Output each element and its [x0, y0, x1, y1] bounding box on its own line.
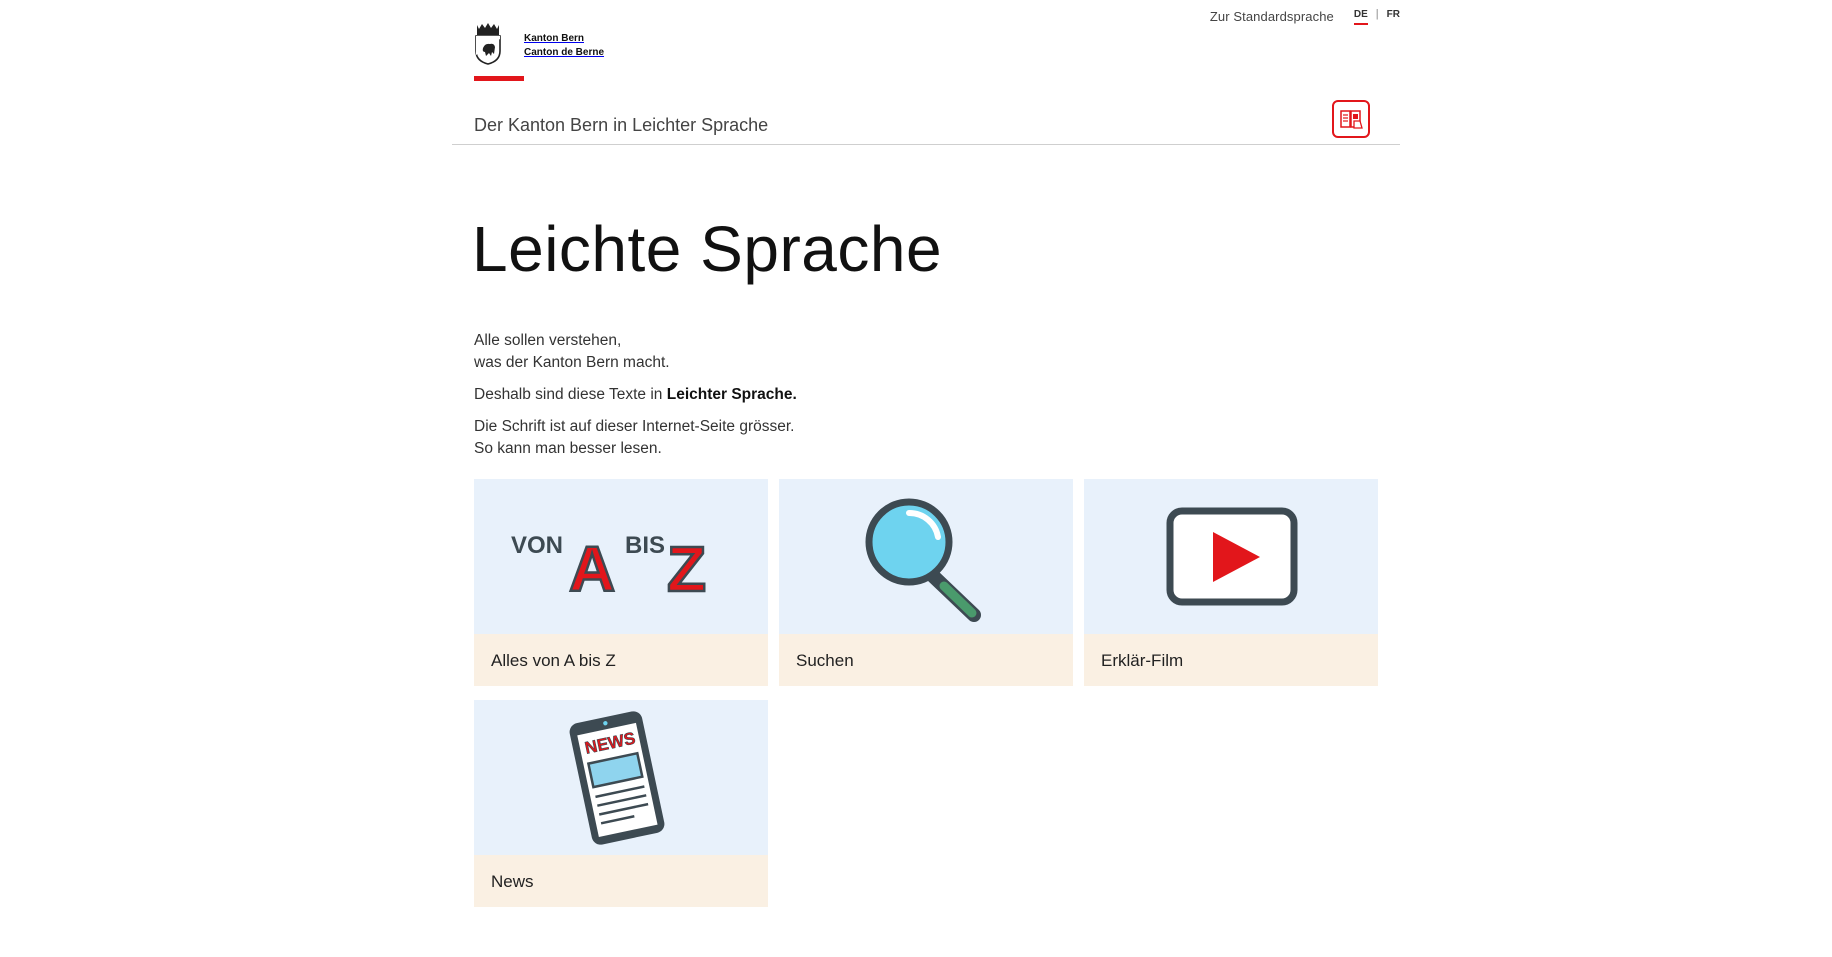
site-subtitle: Der Kanton Bern in Leichter Sprache	[474, 115, 769, 135]
tile-image-area: VON A BIS Z	[474, 479, 768, 634]
page-title: Leichte Sprache	[472, 213, 943, 285]
tile-image-area	[779, 479, 1073, 634]
svg-text:Z: Z	[667, 533, 706, 599]
tile-label: Erklär-Film	[1101, 651, 1184, 670]
tile-image-area: NEWS	[474, 700, 768, 855]
news-phone-icon: NEWS	[569, 711, 665, 845]
top-links: Zur Standardsprache DE | FR	[1210, 6, 1400, 26]
logo-line-1: Kanton Bern	[524, 33, 584, 44]
intro-p1-line2: was der Kanton Bern macht.	[474, 354, 670, 371]
tile-label-area: Alles von A bis Z	[474, 634, 768, 686]
intro-p1-line1: Alle sollen verstehen,	[474, 332, 622, 349]
page-container: Zur Standardsprache DE | FR Kanton Bern …	[452, 0, 1400, 957]
bern-coat-of-arms-icon	[475, 23, 501, 65]
svg-text:BIS: BIS	[625, 532, 665, 559]
tile-suchen[interactable]: Suchen	[779, 479, 1073, 686]
svg-text:VON: VON	[511, 532, 563, 559]
easy-language-button[interactable]	[1332, 100, 1370, 138]
language-de[interactable]: DE	[1353, 9, 1368, 25]
tile-image-area	[1084, 479, 1378, 634]
intro-text: Alle sollen verstehen, was der Kanton Be…	[474, 330, 797, 470]
header-divider	[452, 144, 1400, 145]
intro-paragraph-2: Deshalb sind diese Texte in Leichter Spr…	[474, 384, 797, 406]
tile-news[interactable]: NEWS News	[474, 700, 768, 907]
intro-p3-line1: Die Schrift ist auf dieser Internet-Seit…	[474, 418, 795, 435]
kanton-bern-logo[interactable]: Kanton Bern Canton de Berne	[474, 21, 604, 65]
tile-label-area: Suchen	[779, 634, 1073, 686]
tile-label-area: Erklär-Film	[1084, 634, 1378, 686]
video-play-icon	[1166, 507, 1298, 606]
intro-paragraph-3: Die Schrift ist auf dieser Internet-Seit…	[474, 416, 797, 460]
intro-p2-bold: Leichter Sprache.	[666, 386, 797, 403]
easy-language-book-icon	[1340, 110, 1363, 129]
tile-label-area: News	[474, 855, 768, 907]
logo-line-2: Canton de Berne	[524, 47, 605, 58]
logo-red-bar	[474, 76, 524, 81]
intro-paragraph-1: Alle sollen verstehen, was der Kanton Be…	[474, 330, 797, 374]
intro-p2-prefix: Deshalb sind diese Texte in	[474, 386, 667, 403]
tile-a-bis-z[interactable]: VON A BIS Z Alles von A bis Z	[474, 479, 768, 686]
logo-text: Kanton Bern Canton de Berne	[524, 32, 604, 60]
a-to-z-icon: VON A BIS Z	[511, 532, 707, 599]
language-fr[interactable]: FR	[1387, 9, 1400, 24]
magnifier-icon	[865, 498, 981, 622]
tile-label: News	[491, 872, 534, 891]
standard-language-link[interactable]: Zur Standardsprache	[1210, 9, 1334, 24]
svg-text:A: A	[569, 533, 615, 599]
language-separator: |	[1375, 8, 1379, 20]
tile-erklaer-film[interactable]: Erklär-Film	[1084, 479, 1378, 686]
tile-label: Alles von A bis Z	[491, 651, 616, 670]
tile-label: Suchen	[796, 651, 854, 670]
intro-p3-line2: So kann man besser lesen.	[474, 440, 662, 457]
